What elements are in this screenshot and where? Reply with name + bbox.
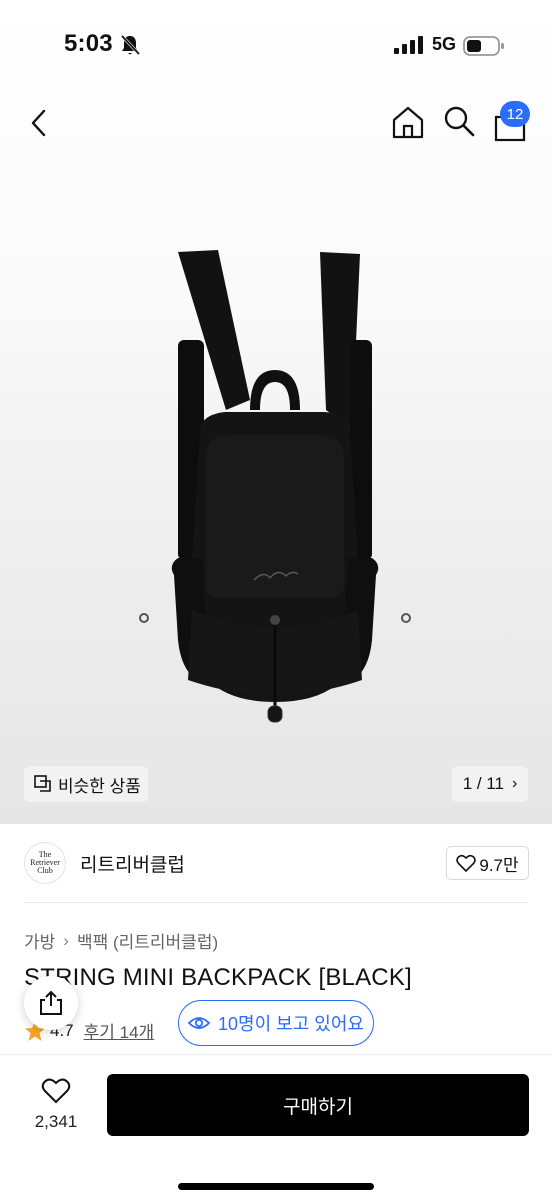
brand-logo[interactable]: The Retriever Club	[24, 842, 66, 884]
breadcrumb-category[interactable]: 가방	[24, 928, 55, 953]
product-title: STRING MINI BACKPACK [BLACK]	[24, 964, 412, 991]
divider	[24, 902, 528, 903]
similar-products-button[interactable]: 비슷한 상품	[24, 766, 148, 802]
home-indicator	[178, 1183, 374, 1190]
viewers-indicator: 10명이 보고 있어요	[178, 1000, 374, 1046]
cellular-signal-icon	[394, 36, 423, 54]
network-type: 5G	[432, 34, 457, 54]
brand-like-button[interactable]: 9.7만	[446, 846, 529, 880]
bottom-action-bar: 2,341 구매하기	[0, 1054, 552, 1200]
backpack-product-image	[139, 250, 411, 723]
heart-icon	[41, 1078, 71, 1104]
image-counter-button[interactable]: 1 / 11 ›	[452, 766, 528, 802]
reviews-link[interactable]: 후기 14개	[84, 1018, 155, 1043]
heart-icon	[456, 854, 477, 872]
cart-count-badge[interactable]: 12	[500, 101, 530, 127]
share-button[interactable]	[24, 976, 78, 1030]
status-time: 5:03	[64, 30, 113, 57]
search-icon[interactable]	[442, 104, 476, 138]
buy-button[interactable]: 구매하기	[107, 1074, 529, 1136]
eye-icon	[188, 1017, 211, 1029]
wishlist-button[interactable]: 2,341	[24, 1077, 88, 1137]
status-bar: 5:03 5G	[0, 0, 552, 90]
breadcrumb-subcategory[interactable]: 백팩 (리트리버클럽)	[77, 928, 218, 953]
breadcrumb: 가방 › 백팩 (리트리버클럽)	[24, 928, 218, 953]
similar-products-label: 비슷한 상품	[58, 776, 141, 796]
wishlist-count: 2,341	[34, 1112, 78, 1131]
home-icon[interactable]	[390, 104, 426, 140]
brand-row: The Retriever Club 리트리버클럽 9.7만	[0, 824, 552, 902]
viewers-text: 10명이 보고 있어요	[218, 1014, 364, 1034]
chevron-right-icon: ›	[511, 775, 518, 792]
share-icon	[40, 990, 62, 1015]
image-counter: 1 / 11	[462, 774, 504, 793]
bell-off-icon	[120, 34, 140, 56]
back-arrow-icon[interactable]	[24, 106, 56, 140]
brand-name[interactable]: 리트리버클럽	[80, 850, 185, 877]
chevron-right-icon: ›	[63, 930, 69, 950]
brand-like-count: 9.7만	[479, 855, 519, 875]
brand-logo-text-3: Club	[37, 866, 53, 875]
battery-icon	[463, 36, 504, 56]
copy-icon	[34, 775, 51, 792]
